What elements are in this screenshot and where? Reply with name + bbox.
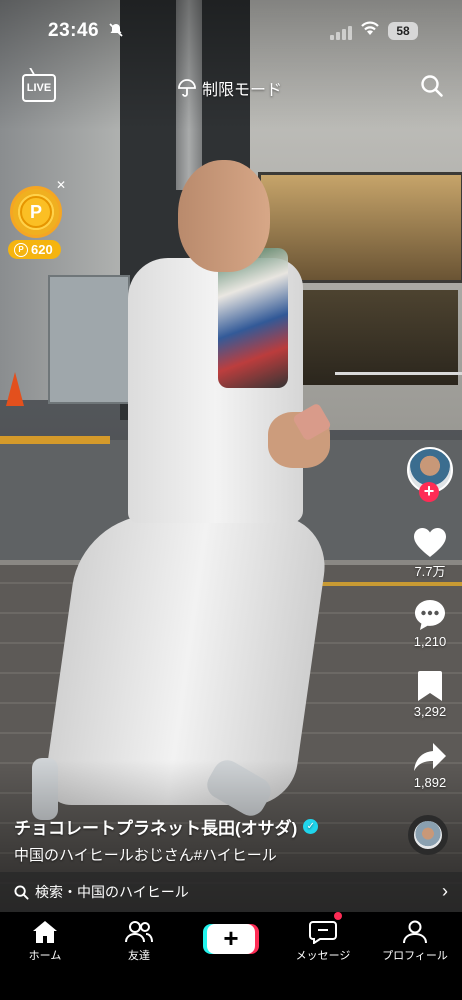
related-search-bar[interactable]: 検索・中国のハイヒール ›	[0, 872, 462, 912]
search-small-icon	[14, 884, 29, 900]
restricted-mode-text: 制限モード	[202, 82, 283, 99]
search-icon[interactable]	[420, 74, 444, 98]
nav-friends[interactable]: 友達	[94, 920, 184, 963]
bookmark-button[interactable]: 3,292	[402, 670, 458, 719]
coin-icon: P	[10, 186, 62, 238]
verified-badge-icon: ✓	[303, 819, 319, 834]
comment-count: 1,210	[413, 634, 447, 649]
nav-messages-label: メッセージ	[295, 950, 351, 962]
road-line-far	[300, 582, 462, 586]
status-time: 23:46	[48, 20, 100, 41]
coin-count-badge: P 620	[8, 240, 61, 259]
coin-count: 620	[31, 242, 53, 257]
restricted-mode-label[interactable]: 制限モード	[178, 76, 282, 100]
traffic-cone	[6, 372, 24, 406]
like-count: 7.7万	[414, 564, 446, 579]
person-head	[178, 160, 270, 272]
video-frame[interactable]	[0, 0, 462, 912]
share-arrow-icon	[414, 743, 446, 771]
point-icon: P	[14, 242, 28, 257]
nav-home[interactable]: ホーム	[0, 920, 90, 963]
related-search-text: 検索・中国のハイヒール	[35, 884, 189, 900]
inbox-icon	[309, 921, 337, 944]
nav-profile[interactable]: プロフィール	[370, 920, 460, 963]
cellular-signal-icon	[330, 24, 358, 40]
wifi-icon	[360, 20, 380, 41]
nav-profile-label: プロフィール	[382, 950, 448, 962]
glass-door	[48, 275, 130, 404]
share-button[interactable]: 1,892	[402, 741, 458, 790]
nav-home-label: ホーム	[28, 950, 62, 962]
status-bar: 23:46 58	[0, 0, 462, 62]
profile-icon	[403, 920, 427, 944]
notification-dot	[334, 912, 342, 920]
author-name-text: チョコレートプラネット長田(オサダ)	[14, 819, 298, 838]
bottom-nav: ホーム 友達 + メッセージ プロフィール	[0, 912, 462, 1000]
live-button[interactable]: LIVE	[22, 74, 56, 102]
road-line	[0, 436, 110, 444]
nav-friends-label: 友達	[128, 950, 150, 962]
share-count: 1,892	[413, 775, 447, 790]
follow-plus-icon[interactable]: +	[419, 482, 439, 502]
heart-icon	[414, 528, 446, 557]
bell-muted-icon	[108, 22, 124, 42]
bookmark-count: 3,292	[413, 704, 447, 719]
close-icon[interactable]: ✕	[56, 178, 66, 192]
fence	[335, 372, 462, 405]
battery-indicator: 58	[388, 22, 418, 40]
like-button[interactable]: 7.7万	[402, 527, 458, 580]
author-name[interactable]: チョコレートプラネット長田(オサダ) ✓	[14, 814, 319, 839]
music-disc[interactable]	[408, 815, 448, 855]
bookmark-icon	[418, 671, 442, 701]
comment-button[interactable]: 1,210	[402, 598, 458, 649]
video-description[interactable]: 中国のハイヒールおじさん#ハイヒール	[14, 844, 277, 865]
umbrella-icon	[178, 79, 196, 97]
chevron-right-icon: ›	[442, 881, 448, 901]
friends-icon	[125, 921, 153, 943]
nav-messages[interactable]: メッセージ	[278, 920, 368, 963]
create-post-button[interactable]: +	[207, 924, 255, 954]
comment-icon	[415, 600, 445, 630]
home-icon	[33, 921, 57, 943]
